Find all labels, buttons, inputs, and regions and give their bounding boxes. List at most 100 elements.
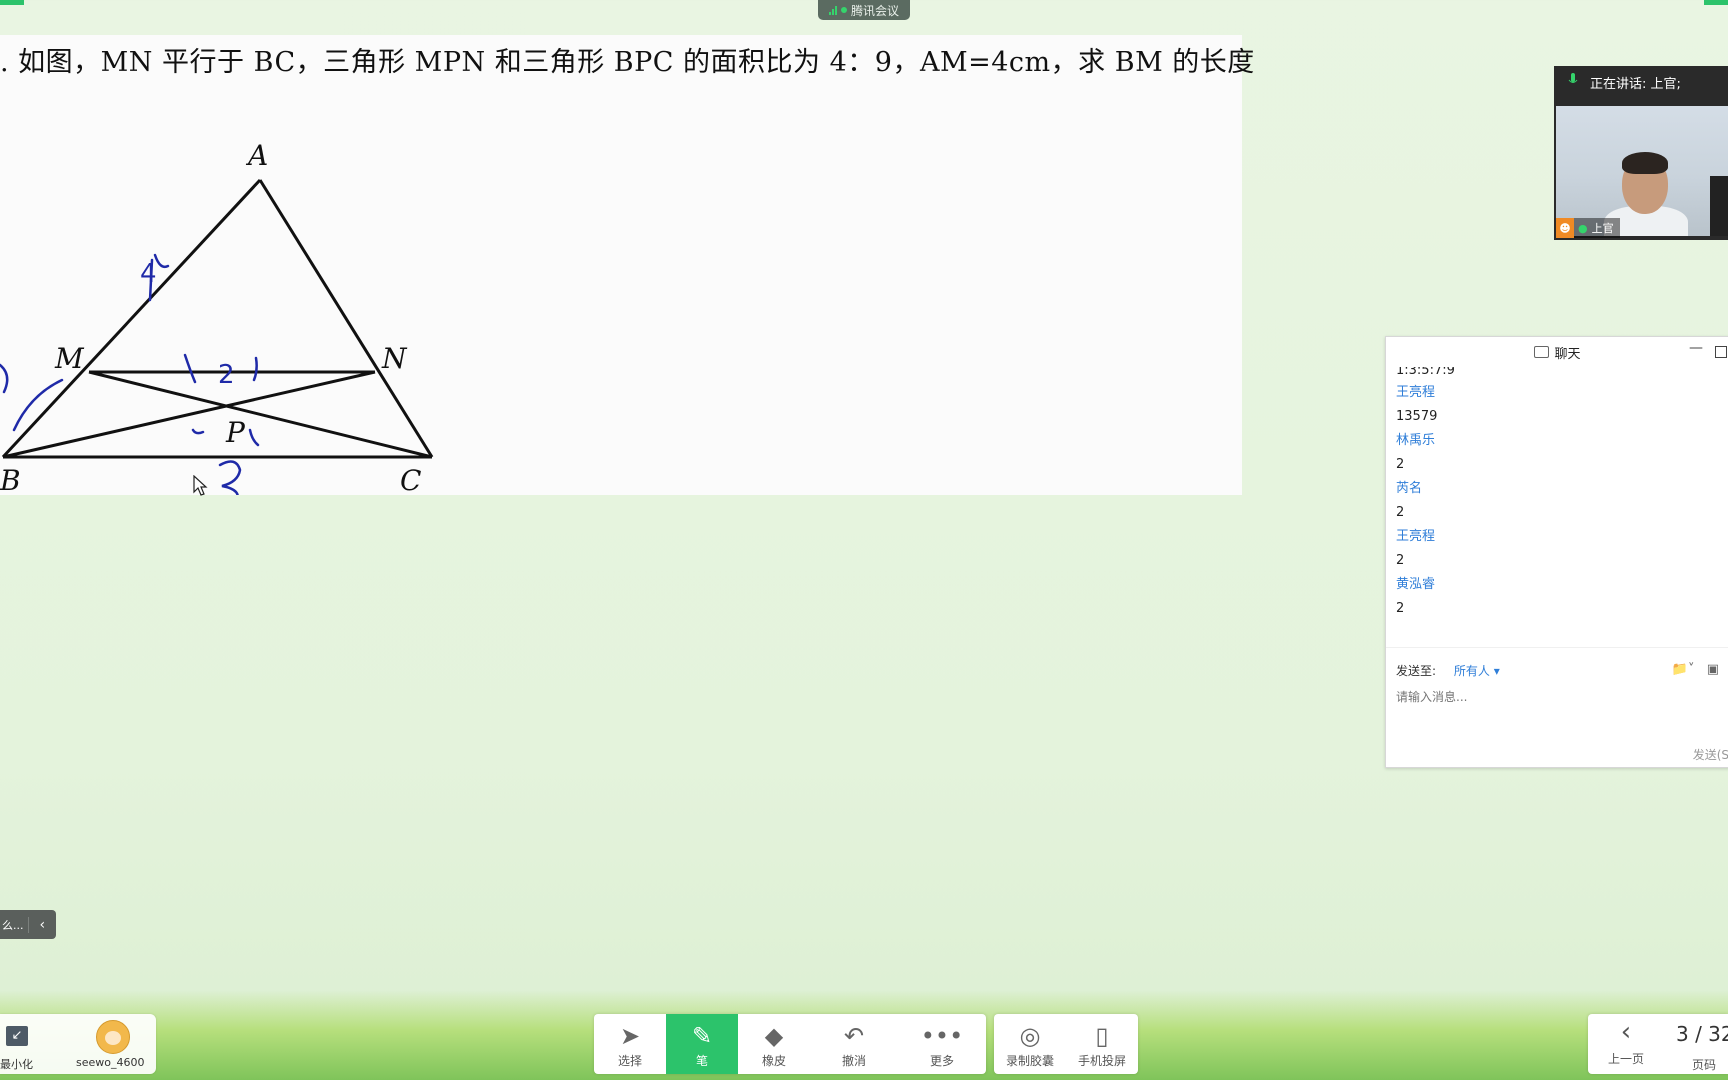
connection-dot-icon [840, 7, 847, 13]
tool-label: 撤消 [841, 1053, 866, 1068]
user-icon: ☻ [1556, 218, 1574, 238]
send-to-dropdown[interactable]: 所有人 ▾ [1454, 664, 1500, 678]
chat-tool-icons: 📁˅ ▣ [1672, 662, 1719, 677]
question-text: . 如图，MN 平行于 BC，三角形 MPN 和三角形 BPC 的面积比为 4：… [0, 47, 1255, 78]
chat-message-text: 2 [1396, 505, 1405, 520]
send-to-row: 发送至: 所有人 ▾ 📁˅ ▣ [1396, 662, 1719, 682]
tool-label: 橡皮 [761, 1053, 786, 1068]
screenshot-icon[interactable]: ▣ [1707, 662, 1719, 677]
whiteboard-toolbar: ➤ 选择 ✎ 笔 ◆ 橡皮 ↶ 撤消 ••• 更多 ◎ 录制胶囊 ▯ 手机投屏 [594, 1014, 1138, 1074]
chat-messages[interactable]: 1:3:5:7:9 王亮程 13579 林禹乐 2 芮名 2 王亮程 2 黄泓睿… [1386, 367, 1728, 677]
segment-bn [2, 370, 376, 459]
username: seewo_4600 [76, 1056, 145, 1069]
tool-label: 手机投屏 [1077, 1053, 1126, 1068]
undo-button[interactable]: ↶ 撤消 [810, 1014, 898, 1074]
send-to-label: 发送至: [1396, 664, 1437, 678]
chat-panel[interactable]: 聊天 — 1:3:5:7:9 王亮程 13579 林禹乐 2 芮名 2 王亮程 … [1385, 336, 1728, 768]
pen-icon: ✎ [691, 1021, 713, 1050]
label-b: B [0, 464, 21, 495]
minimize-window-icon[interactable]: ↙ [6, 1026, 28, 1046]
chat-message: 黄泓睿 2 [1396, 573, 1719, 621]
annotation-top: 2 [218, 360, 235, 390]
triangle-figure: A M N P B C 4 2 [0, 139, 434, 495]
chevron-left-icon: ‹ [1620, 1017, 1632, 1047]
tool-group-extra: ◎ 录制胶囊 ▯ 手机投屏 [994, 1014, 1138, 1074]
whiteboard-slide[interactable]: . 如图，MN 平行于 BC，三角形 MPN 和三角形 BPC 的面积比为 4：… [0, 35, 1255, 496]
mouse-cursor-icon [193, 475, 208, 496]
annotation-am: 4 [140, 259, 157, 289]
label-a: A [245, 139, 268, 172]
video-panel[interactable]: 正在讲话: 上官; ☻ ● 上官 [1554, 66, 1728, 240]
mic-icon [1568, 73, 1578, 91]
select-tool-button[interactable]: ➤ 选择 [594, 1014, 666, 1074]
chat-sender[interactable]: 芮名 [1396, 477, 1719, 501]
chat-message: 王亮程 2 [1396, 525, 1719, 573]
avatar[interactable] [96, 1020, 130, 1054]
maximize-icon[interactable] [1715, 346, 1727, 358]
side-collapse-tab[interactable]: 么... ‹ [0, 910, 56, 939]
prev-page-label: 上一页 [1607, 1052, 1644, 1066]
tool-group-main: ➤ 选择 ✎ 笔 ◆ 橡皮 ↶ 撤消 ••• 更多 [594, 1014, 986, 1074]
pager: ‹ 上一页 3 / 32 页码 [1588, 1014, 1728, 1074]
pen-tool-button[interactable]: ✎ 笔 [666, 1014, 738, 1074]
cursor-icon: ➤ [619, 1021, 641, 1050]
tool-label: 更多 [929, 1053, 954, 1068]
speaking-text: 正在讲话: 上官; [1590, 76, 1681, 92]
chat-sender[interactable]: 王亮程 [1396, 381, 1719, 405]
chat-bubble-icon [1534, 346, 1550, 358]
minimize-label[interactable]: 最小化 [0, 1056, 33, 1072]
undo-icon: ↶ [843, 1021, 865, 1050]
label-n: N [381, 342, 408, 375]
chat-message-text: 2 [1396, 457, 1405, 472]
side-tab-label: 么... [2, 918, 24, 932]
top-accent-left [0, 0, 24, 5]
chat-message-text: 2 [1396, 601, 1405, 616]
minimize-icon[interactable]: — [1689, 340, 1703, 356]
chat-input[interactable] [1396, 690, 1696, 704]
speaking-indicator: 正在讲话: 上官; [1554, 66, 1728, 98]
tool-label: 录制胶囊 [1005, 1053, 1054, 1068]
segment-mc [88, 370, 433, 459]
prev-page-button[interactable]: ‹ 上一页 [1596, 1014, 1656, 1074]
eraser-icon: ◆ [764, 1021, 784, 1050]
page-count[interactable]: 3 / 32 [1676, 1022, 1728, 1046]
label-c: C [400, 464, 421, 495]
chat-message-text: 1:3:5:7:9 [1396, 367, 1455, 378]
more-button[interactable]: ••• 更多 [898, 1014, 986, 1074]
chat-message: 芮名 2 [1396, 477, 1719, 525]
chat-sender[interactable]: 王亮程 [1396, 525, 1719, 549]
page-label: 页码 [1692, 1058, 1717, 1072]
chat-message-text: 13579 [1396, 409, 1438, 424]
video-user-tag: ☻ ● 上官 [1556, 218, 1620, 238]
send-button[interactable]: 发送(S [1693, 746, 1728, 763]
meeting-status-pill[interactable]: 腾讯会议 [818, 0, 910, 20]
phone-cast-button[interactable]: ▯ 手机投屏 [1066, 1014, 1138, 1074]
chat-header: 聊天 — [1386, 337, 1728, 367]
chevron-left-icon[interactable]: ‹ [27, 916, 56, 933]
tool-label: 选择 [617, 1053, 642, 1068]
chat-title: 聊天 [1554, 346, 1581, 362]
chat-footer: 发送至: 所有人 ▾ 📁˅ ▣ 发送(S [1386, 647, 1728, 767]
phone-icon: ▯ [1095, 1021, 1109, 1050]
video-mic-icon: ● [1578, 221, 1588, 235]
side-ab [1, 178, 262, 459]
video-user-name: 上官 [1591, 222, 1614, 235]
label-m: M [54, 342, 85, 375]
record-icon: ◎ [1019, 1021, 1041, 1050]
video-feed[interactable] [1556, 106, 1728, 236]
chat-message-text: 2 [1396, 553, 1405, 568]
meeting-app-name: 腾讯会议 [850, 3, 899, 18]
record-capsule-button[interactable]: ◎ 录制胶囊 [994, 1014, 1066, 1074]
user-card[interactable]: ↙ 最小化 seewo_4600 [0, 1014, 156, 1074]
label-p: P [225, 416, 246, 449]
tool-label: 笔 [695, 1053, 708, 1068]
side-ac [258, 179, 434, 458]
file-icon[interactable]: 📁˅ [1672, 662, 1695, 677]
eraser-tool-button[interactable]: ◆ 橡皮 [738, 1014, 810, 1074]
top-accent-right [1704, 0, 1728, 5]
chat-message: 王亮程 13579 [1396, 381, 1719, 429]
chat-sender[interactable]: 林禹乐 [1396, 429, 1719, 453]
chat-message: 林禹乐 2 [1396, 429, 1719, 477]
more-icon: ••• [920, 1021, 964, 1050]
chat-sender[interactable]: 黄泓睿 [1396, 573, 1719, 597]
